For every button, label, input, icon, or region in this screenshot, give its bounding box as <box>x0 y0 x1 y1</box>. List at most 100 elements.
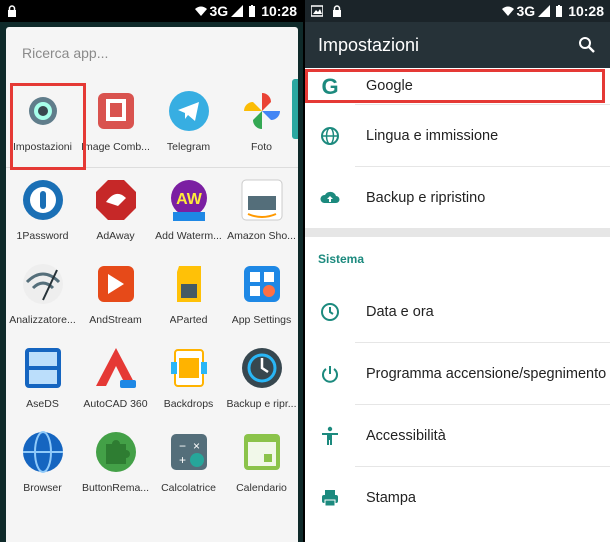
highlight-google <box>305 69 605 103</box>
accessibility-icon <box>305 425 355 447</box>
svg-text:×: × <box>193 439 200 453</box>
app-label: Backup e ripr... <box>226 398 297 410</box>
app-tile[interactable]: Telegram <box>152 79 225 167</box>
svg-text:−: − <box>179 439 186 453</box>
aseds-icon <box>19 344 67 392</box>
network-type: 3G <box>209 3 229 19</box>
puzzle-icon <box>92 428 140 476</box>
section-separator <box>305 228 610 237</box>
calculator-icon: − × + <box>165 428 213 476</box>
app-tile[interactable]: AutoCAD 360 <box>79 336 152 420</box>
settings-list: G Google Lingua e immissione Backup e ripri… <box>305 68 610 542</box>
app-label: Calcolatrice <box>161 482 216 494</box>
browser-globe-icon <box>19 428 67 476</box>
settings-item-label: Lingua e immissione <box>366 127 499 144</box>
autocad-icon <box>92 344 140 392</box>
app-label: Calendario <box>236 482 287 494</box>
wifi-analyzer-icon <box>19 260 67 308</box>
app-tile[interactable]: Browser <box>6 420 79 504</box>
app-tile[interactable]: AseDS <box>6 336 79 420</box>
settings-item[interactable]: Lingua e immissione <box>305 105 610 166</box>
app-label: AndStream <box>89 314 142 326</box>
svg-text:+: + <box>179 453 186 467</box>
amazon-icon <box>238 176 286 224</box>
app-label: AutoCAD 360 <box>83 398 148 410</box>
app-row: Browser ButtonRema... − × + Calcolatrice Calen… <box>6 420 298 504</box>
app-label: Add Waterm... <box>155 230 222 242</box>
settings-item[interactable]: Programma accensione/spegnimento <box>305 343 610 404</box>
clock-time: 10:28 <box>568 3 604 19</box>
app-label: AseDS <box>26 398 59 410</box>
settings-item[interactable]: Data e ora <box>305 281 610 342</box>
photos-pinwheel-icon <box>238 87 286 135</box>
app-label: ButtonRema... <box>81 482 150 494</box>
settings-item[interactable]: Stampa <box>305 467 610 528</box>
app-drawer-screen: 3G 10:28 Ricerca app... Impostazioni Imag… <box>0 0 303 542</box>
signal-icon <box>231 5 244 17</box>
app-label: Foto <box>250 141 272 153</box>
app-tile[interactable]: Backup e ripr... <box>225 336 298 420</box>
app-label: Telegram <box>166 141 211 153</box>
app-tile[interactable]: Image Comb... <box>79 79 152 167</box>
signal-icon <box>538 5 551 17</box>
settings-item[interactable]: Backup e ripristino <box>305 167 610 228</box>
app-label: Browser <box>23 482 62 494</box>
app-tile[interactable]: Amazon Sho... <box>225 168 298 252</box>
battery-icon <box>556 5 563 17</box>
settings-item-label: Accessibilità <box>366 427 446 444</box>
app-tile[interactable]: Backdrops <box>152 336 225 420</box>
battery-icon <box>249 5 256 17</box>
andstream-icon <box>92 260 140 308</box>
app-search-bar[interactable]: Ricerca app... <box>6 27 298 79</box>
app-search-input[interactable]: Ricerca app... <box>22 45 108 61</box>
wifi-icon <box>501 6 514 16</box>
search-icon[interactable] <box>578 36 596 54</box>
calendar-icon <box>238 428 286 476</box>
settings-item-label: Backup e ripristino <box>366 189 486 206</box>
app-drawer: Ricerca app... Impostazioni Image Comb...… <box>6 27 298 542</box>
lock-icon <box>333 5 341 17</box>
section-header-sistema: Sistema <box>318 252 365 266</box>
app-tile[interactable]: App Settings <box>225 252 298 336</box>
app-settings-icon <box>238 260 286 308</box>
app-row: AseDS AutoCAD 360 Backdrops Backup e ripr..… <box>6 336 298 420</box>
app-label: AdAway <box>96 230 135 242</box>
settings-app-bar: Impostazioni <box>305 22 610 68</box>
app-label: Amazon Sho... <box>227 230 296 242</box>
app-label: Image Comb... <box>81 141 150 153</box>
printer-icon <box>305 487 355 509</box>
clock-icon <box>305 301 355 323</box>
highlight-impostazioni <box>10 83 86 170</box>
app-tile[interactable]: Foto <box>225 79 298 167</box>
wifi-icon <box>194 6 207 16</box>
settings-item[interactable]: Accessibilità <box>305 405 610 466</box>
status-bar: 3G 10:28 <box>305 0 610 22</box>
settings-item-label: Programma accensione/spegnimento <box>366 365 607 382</box>
app-label: Backdrops <box>163 398 214 410</box>
app-tile[interactable]: AndStream <box>79 252 152 336</box>
app-tile[interactable]: AW Add Waterm... <box>152 168 225 252</box>
network-type: 3G <box>516 3 536 19</box>
image-notification-icon <box>311 5 323 17</box>
app-tile[interactable]: AParted <box>152 252 225 336</box>
app-label: 1Password <box>16 230 69 242</box>
app-tile[interactable]: − × + Calcolatrice <box>152 420 225 504</box>
app-tile[interactable]: AdAway <box>79 168 152 252</box>
app-tile[interactable]: Calendario <box>225 420 298 504</box>
add-watermark-icon: AW <box>165 176 213 224</box>
app-tile[interactable]: 1Password <box>6 168 79 252</box>
settings-item-label: Data e ora <box>366 303 434 320</box>
settings-screen: 3G 10:28 Impostazioni G Google Lingua e im… <box>305 0 610 542</box>
page-title: Impostazioni <box>318 34 420 55</box>
app-label: App Settings <box>231 314 292 326</box>
app-tile[interactable]: ButtonRema... <box>79 420 152 504</box>
clock-time: 10:28 <box>261 3 297 19</box>
power-schedule-icon <box>305 363 355 385</box>
app-label: Analizzatore... <box>9 314 76 326</box>
app-row: 1Password AdAway AW Add Waterm... Amazon Sho… <box>6 168 298 252</box>
cloud-upload-icon <box>305 187 355 209</box>
app-label: AParted <box>169 314 208 326</box>
app-row: Analizzatore... AndStream AParted App Setti… <box>6 252 298 336</box>
lock-icon <box>8 5 16 17</box>
app-tile[interactable]: Analizzatore... <box>6 252 79 336</box>
